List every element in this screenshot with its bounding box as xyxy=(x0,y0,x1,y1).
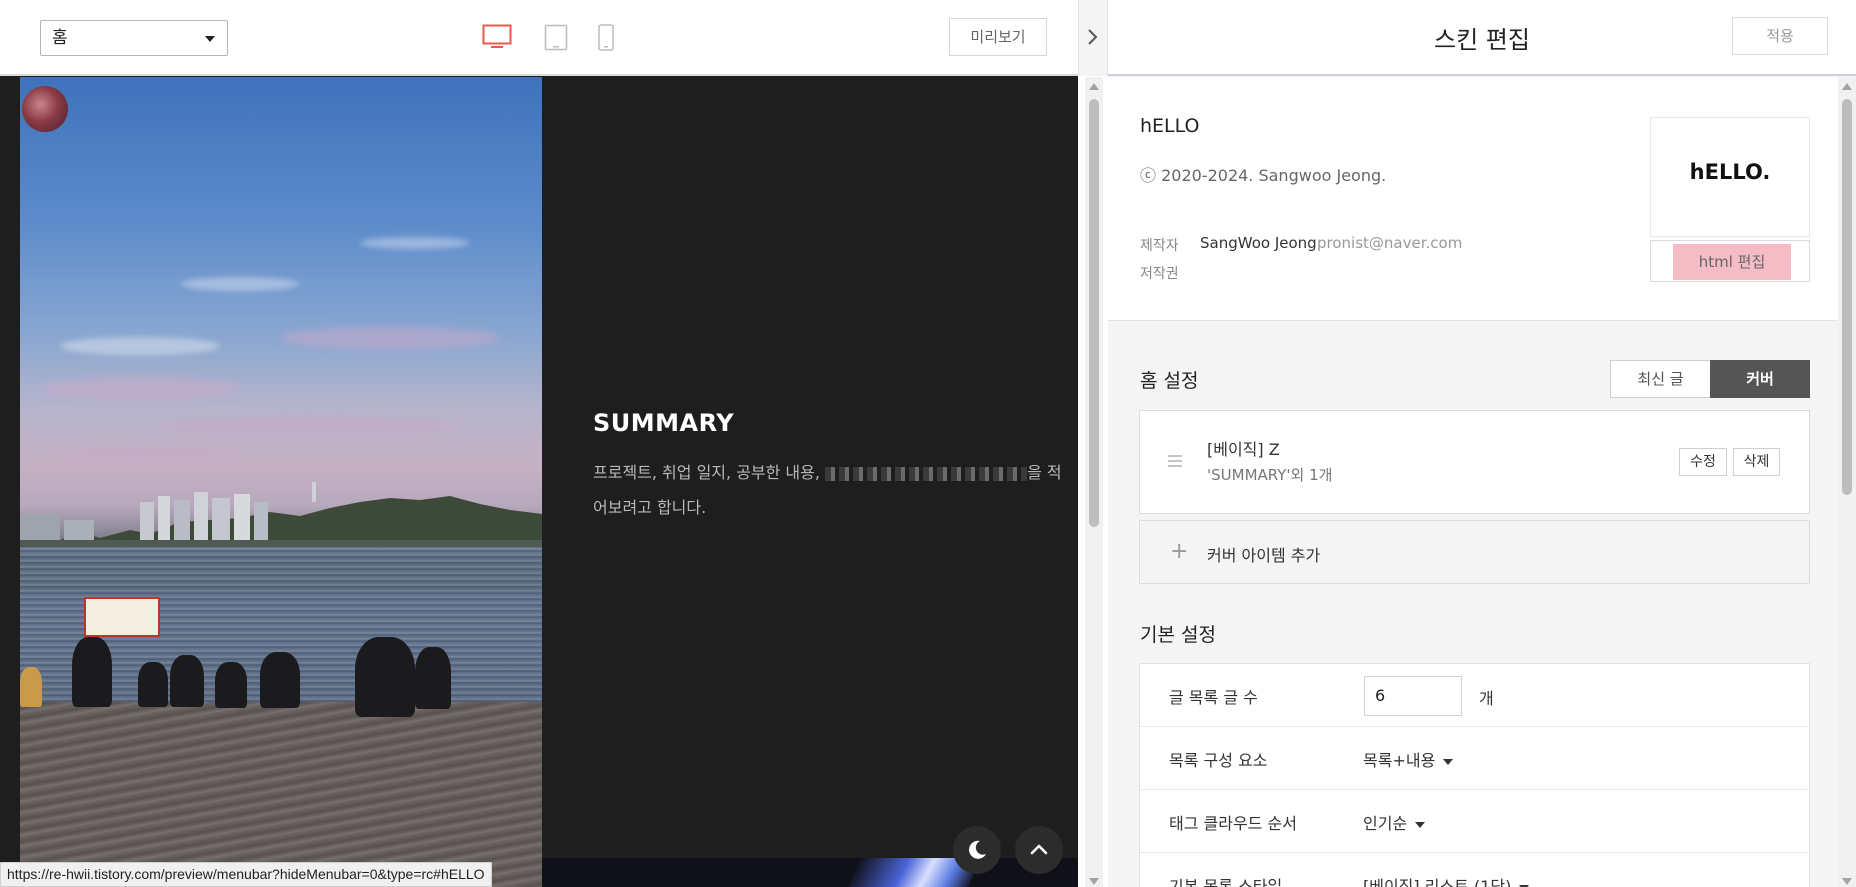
plus-icon: + xyxy=(1170,539,1189,564)
skin-editor-panel: 스킨 편집 적용 hELLO ⓒ 2020-2024. Sangwoo Jeon… xyxy=(1108,0,1856,887)
list-style-dropdown[interactable]: [베이직] 리스트 (1단) xyxy=(1363,873,1530,887)
cover-summary-description: 프로젝트, 취업 일지, 공부한 내용, 을 적 어보려고 합니다. xyxy=(593,463,1062,517)
chevron-right-icon xyxy=(1088,29,1098,45)
html-edit-button[interactable]: html 편집 xyxy=(1650,240,1810,282)
cover-item[interactable]: [베이직] Z 'SUMMARY'외 1개 수정 삭제 xyxy=(1139,410,1810,514)
caret-down-icon xyxy=(205,36,215,42)
cover-item-name: [베이직] Z xyxy=(1207,440,1280,459)
tab-cover[interactable]: 커버 xyxy=(1710,360,1810,398)
skin-copyright: ⓒ 2020-2024. Sangwoo Jeong. xyxy=(1140,166,1387,185)
status-bar-url: https://re-hwii.tistory.com/preview/menu… xyxy=(0,862,492,887)
author-name: SangWoo Jeong xyxy=(1200,234,1317,252)
cover-summary-title: SUMMARY xyxy=(593,409,735,437)
avatar[interactable] xyxy=(22,86,68,132)
skin-thumbnail-logo: hELLO. xyxy=(1689,160,1771,184)
author-email: pronist@naver.com xyxy=(1317,234,1463,252)
setting-row-post-count: 글 목록 글 수 6 개 xyxy=(1140,664,1811,727)
post-count-input[interactable]: 6 xyxy=(1364,676,1462,716)
editor-header: 스킨 편집 적용 xyxy=(1108,0,1856,76)
redacted-text xyxy=(825,466,1028,481)
author-label: 제작자 xyxy=(1140,238,1179,254)
setting-row-list-style: 기본 목록 스타일 [베이직] 리스트 (1단) xyxy=(1140,853,1811,887)
moon-icon xyxy=(969,840,986,859)
tablet-icon[interactable] xyxy=(544,24,568,52)
next-cover-image xyxy=(542,858,1078,887)
chevron-up-icon xyxy=(1030,844,1048,855)
edit-cover-button[interactable]: 수정 xyxy=(1679,448,1727,476)
tag-cloud-order-dropdown[interactable]: 인기순 xyxy=(1363,810,1426,834)
home-settings-title: 홈 설정 xyxy=(1140,370,1199,392)
setting-row-list-elements: 목록 구성 요소 목록+내용 xyxy=(1140,727,1811,790)
editor-scrollbar[interactable] xyxy=(1838,77,1856,887)
skin-info: hELLO ⓒ 2020-2024. Sangwoo Jeong. 제작자 Sa… xyxy=(1108,77,1838,321)
mobile-icon[interactable] xyxy=(598,24,614,52)
basic-settings-title: 기본 설정 xyxy=(1140,624,1216,646)
home-mode-toggle: 최신 글 커버 xyxy=(1610,360,1810,398)
skin-thumbnail: hELLO. xyxy=(1650,117,1810,237)
cover-item-summary: 'SUMMARY'외 1개 xyxy=(1207,466,1333,484)
setting-row-tag-cloud-order: 태그 클라우드 순서 인기순 xyxy=(1140,790,1811,853)
drag-handle-icon[interactable] xyxy=(1168,455,1182,470)
preview-pane: SUMMARY 프로젝트, 취업 일지, 공부한 내용, 을 적 어보려고 합니… xyxy=(0,0,1103,887)
preview-scrollbar[interactable] xyxy=(1085,77,1103,887)
cover-photo xyxy=(20,77,542,887)
list-elements-dropdown[interactable]: 목록+내용 xyxy=(1363,747,1454,771)
tab-latest-posts[interactable]: 최신 글 xyxy=(1611,361,1710,397)
preview-button[interactable]: 미리보기 xyxy=(949,18,1047,56)
caret-down-icon xyxy=(1443,758,1454,765)
page-select[interactable]: 홈 xyxy=(40,20,228,56)
warning-sign xyxy=(84,597,160,637)
delete-cover-button[interactable]: 삭제 xyxy=(1733,448,1780,476)
caret-down-icon xyxy=(1415,821,1426,828)
desktop-icon[interactable] xyxy=(482,24,512,50)
skin-name: hELLO xyxy=(1140,115,1200,137)
apply-button[interactable]: 적용 xyxy=(1732,17,1828,55)
preview-toolbar: 홈 미리보기 xyxy=(0,0,1108,76)
scroll-top-button[interactable] xyxy=(1015,826,1063,874)
license-label: 저작권 xyxy=(1140,266,1179,282)
basic-settings: 글 목록 글 수 6 개 목록 구성 요소 목록+내용 태그 클라우드 순서 인… xyxy=(1139,663,1811,887)
add-cover-item-button[interactable]: + 커버 아이템 추가 xyxy=(1139,520,1810,584)
dark-mode-button[interactable] xyxy=(953,826,1001,874)
collapse-panel-button[interactable] xyxy=(1078,0,1108,76)
